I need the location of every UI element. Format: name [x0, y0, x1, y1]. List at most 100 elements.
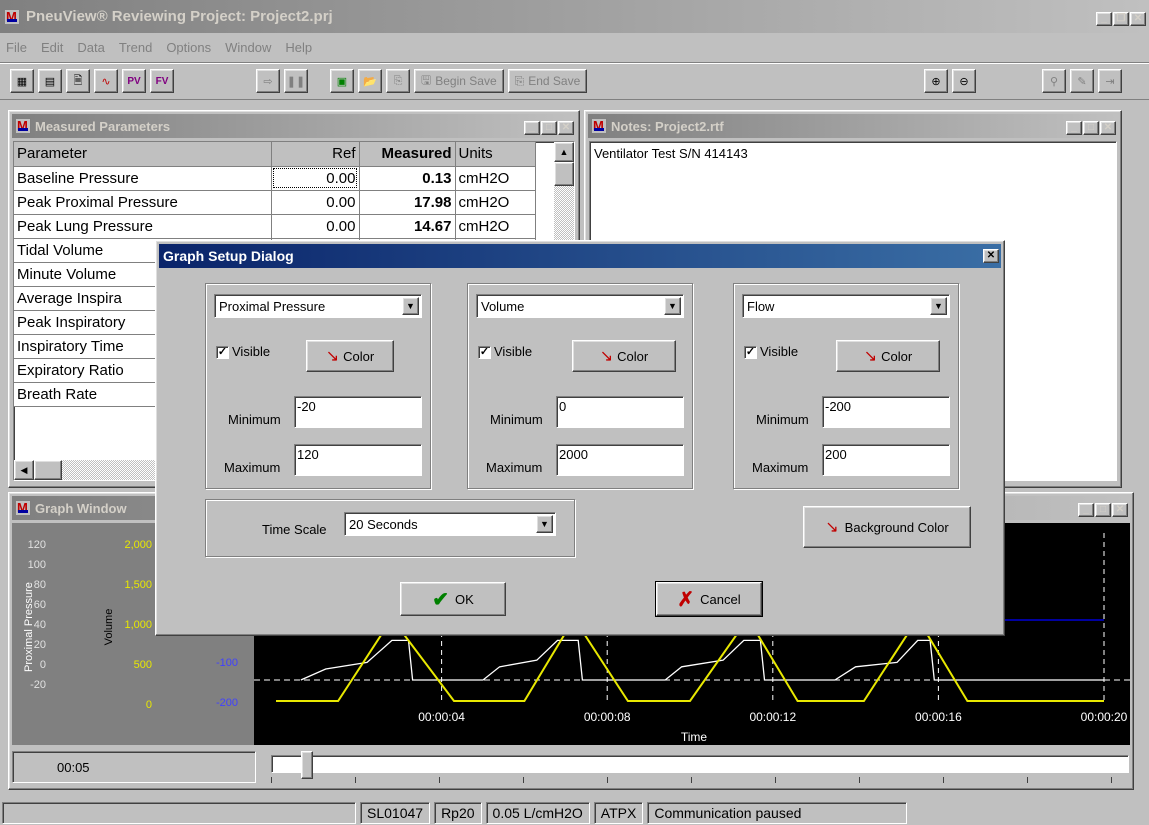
time-position-value: 00:05: [57, 759, 90, 775]
menu-window[interactable]: Window: [225, 40, 271, 55]
column-header[interactable]: Ref: [271, 142, 360, 167]
color-button-2[interactable]: ↘ Color: [572, 340, 676, 372]
zoom-in-icon[interactable]: ⊕: [924, 69, 948, 93]
begin-save-button[interactable]: 🖫 Begin Save: [414, 69, 504, 93]
menu-edit[interactable]: Edit: [41, 40, 63, 55]
minimum-input-2[interactable]: 0: [556, 396, 684, 428]
chevron-down-icon[interactable]: ▼: [930, 297, 947, 315]
chevron-down-icon[interactable]: ▼: [536, 515, 553, 533]
restore-button[interactable]: ❐: [1113, 11, 1129, 26]
scroll-h-thumb[interactable]: [34, 460, 62, 480]
param-ref[interactable]: 0.00: [271, 190, 360, 215]
minimize-button[interactable]: _: [524, 120, 540, 135]
brush-icon: ↘: [825, 519, 839, 536]
scroll-left-button[interactable]: ◀: [14, 460, 34, 480]
close-button[interactable]: ✕: [1112, 502, 1128, 517]
end-save-button[interactable]: ⎘ End Save: [507, 69, 588, 93]
chevron-down-icon[interactable]: ▼: [664, 297, 681, 315]
zoom-out-icon[interactable]: ⊖: [952, 69, 976, 93]
color-button-1[interactable]: ↘ Color: [306, 340, 394, 372]
menu-trend[interactable]: Trend: [119, 40, 152, 55]
time-slider-thumb[interactable]: [301, 751, 313, 779]
maximum-input-2[interactable]: 2000: [556, 444, 684, 476]
param-measured: 0.13: [359, 166, 456, 191]
color-label: Color: [343, 348, 375, 364]
channel-group-3: Flow ▼ ✓ Visible ↘ Color Minimum -200 Maxi…: [733, 283, 959, 489]
column-header[interactable]: Parameter: [14, 142, 272, 167]
signal-select-1[interactable]: Proximal Pressure ▼: [214, 294, 422, 318]
param-name: Baseline Pressure: [14, 166, 272, 191]
param-ref[interactable]: 0.00: [271, 166, 360, 191]
maximize-button[interactable]: □: [541, 120, 557, 135]
status-blank: [2, 801, 356, 824]
dialog-close-button[interactable]: ✕: [983, 249, 999, 263]
export-icon[interactable]: ⇥: [1098, 69, 1122, 93]
close-button[interactable]: ✕: [1130, 11, 1146, 26]
minimum-input-1[interactable]: -20: [294, 396, 422, 428]
brush-icon: ↘: [863, 348, 878, 365]
table-row[interactable]: Peak Proximal Pressure 0.00 17.98 cmH2O: [14, 190, 536, 215]
param-ref[interactable]: 0.00: [271, 214, 360, 239]
table-icon[interactable]: ▤: [38, 69, 62, 93]
dialog-title: Graph Setup Dialog: [163, 248, 294, 264]
chevron-down-icon[interactable]: ▼: [402, 297, 419, 315]
pause-icon[interactable]: ❚❚: [284, 69, 308, 93]
checkbox-icon[interactable]: ✓: [478, 346, 491, 360]
close-button[interactable]: ✕: [1100, 120, 1116, 135]
minimize-button[interactable]: _: [1096, 11, 1112, 26]
color-button-3[interactable]: ↘ Color: [836, 340, 940, 372]
binoculars-icon[interactable]: ⚲: [1042, 69, 1066, 93]
tick-label: -100: [215, 657, 238, 669]
time-scale-select[interactable]: 20 Seconds ▼: [344, 512, 556, 536]
scroll-up-button[interactable]: ▲: [554, 142, 574, 162]
copy-icon[interactable]: ⎘: [386, 69, 410, 93]
open-folder-icon[interactable]: 📂: [358, 69, 382, 93]
tick-label: 2,000: [124, 539, 152, 551]
maximum-input-1[interactable]: 120: [294, 444, 422, 476]
pv-loop-icon[interactable]: PV: [122, 69, 146, 93]
maximize-button[interactable]: □: [1095, 502, 1111, 517]
column-header[interactable]: Measured: [359, 142, 456, 167]
column-header[interactable]: Units: [455, 142, 536, 167]
maximize-button[interactable]: □: [1083, 120, 1099, 135]
graph-icon[interactable]: ∿: [94, 69, 118, 93]
minimize-button[interactable]: _: [1078, 502, 1094, 517]
visible-checkbox-2[interactable]: ✓ Visible: [478, 344, 532, 360]
visible-checkbox-1[interactable]: ✓ Visible: [216, 344, 270, 360]
document-icon[interactable]: 🗎: [66, 69, 90, 93]
menu-options[interactable]: Options: [166, 40, 211, 55]
minimum-input-3[interactable]: -200: [822, 396, 950, 428]
toolbar: ▦ ▤ 🗎 ∿ PV FV ⇨ ❚❚ ▣ 📂 ⎘ 🖫 Begin Save ⎘ En…: [0, 62, 1149, 100]
checkbox-icon[interactable]: ✓: [744, 346, 757, 360]
background-color-button[interactable]: ↘ Background Color: [803, 506, 971, 548]
menu-file[interactable]: File: [6, 40, 27, 55]
ok-label: OK: [454, 591, 474, 607]
edit-icon[interactable]: ✎: [1070, 69, 1094, 93]
fv-loop-icon[interactable]: FV: [150, 69, 174, 93]
close-button[interactable]: ✕: [558, 120, 574, 135]
time-slider-track[interactable]: [271, 755, 1129, 773]
table-row[interactable]: Baseline Pressure 0.00 0.13 cmH2O: [14, 166, 536, 191]
cancel-button[interactable]: ✗ Cancel: [655, 581, 763, 617]
minimize-button[interactable]: _: [1066, 120, 1082, 135]
signal-select-2[interactable]: Volume ▼: [476, 294, 684, 318]
maximum-input-3[interactable]: 200: [822, 444, 950, 476]
menu-help[interactable]: Help: [285, 40, 312, 55]
signal-select-3[interactable]: Flow ▼: [742, 294, 950, 318]
visible-checkbox-3[interactable]: ✓ Visible: [744, 344, 798, 360]
menu-data[interactable]: Data: [77, 40, 104, 55]
app-icon: [4, 8, 20, 25]
param-name: Peak Proximal Pressure: [14, 190, 272, 215]
notes-text: Ventilator Test S/N 414143: [594, 146, 748, 161]
minimum-label: Minimum: [490, 412, 543, 427]
checkbox-icon[interactable]: ✓: [216, 346, 229, 360]
scroll-thumb[interactable]: [554, 162, 574, 186]
window-icon: [15, 500, 31, 516]
table-row[interactable]: Peak Lung Pressure 0.00 14.67 cmH2O: [14, 214, 536, 239]
play-icon[interactable]: ⇨: [256, 69, 280, 93]
ok-button[interactable]: ✔ OK: [400, 582, 506, 616]
measured-window-icon[interactable]: ▦: [10, 69, 34, 93]
screen-icon[interactable]: ▣: [330, 69, 354, 93]
param-units: cmH2O: [455, 166, 536, 191]
param-measured: 17.98: [359, 190, 456, 215]
